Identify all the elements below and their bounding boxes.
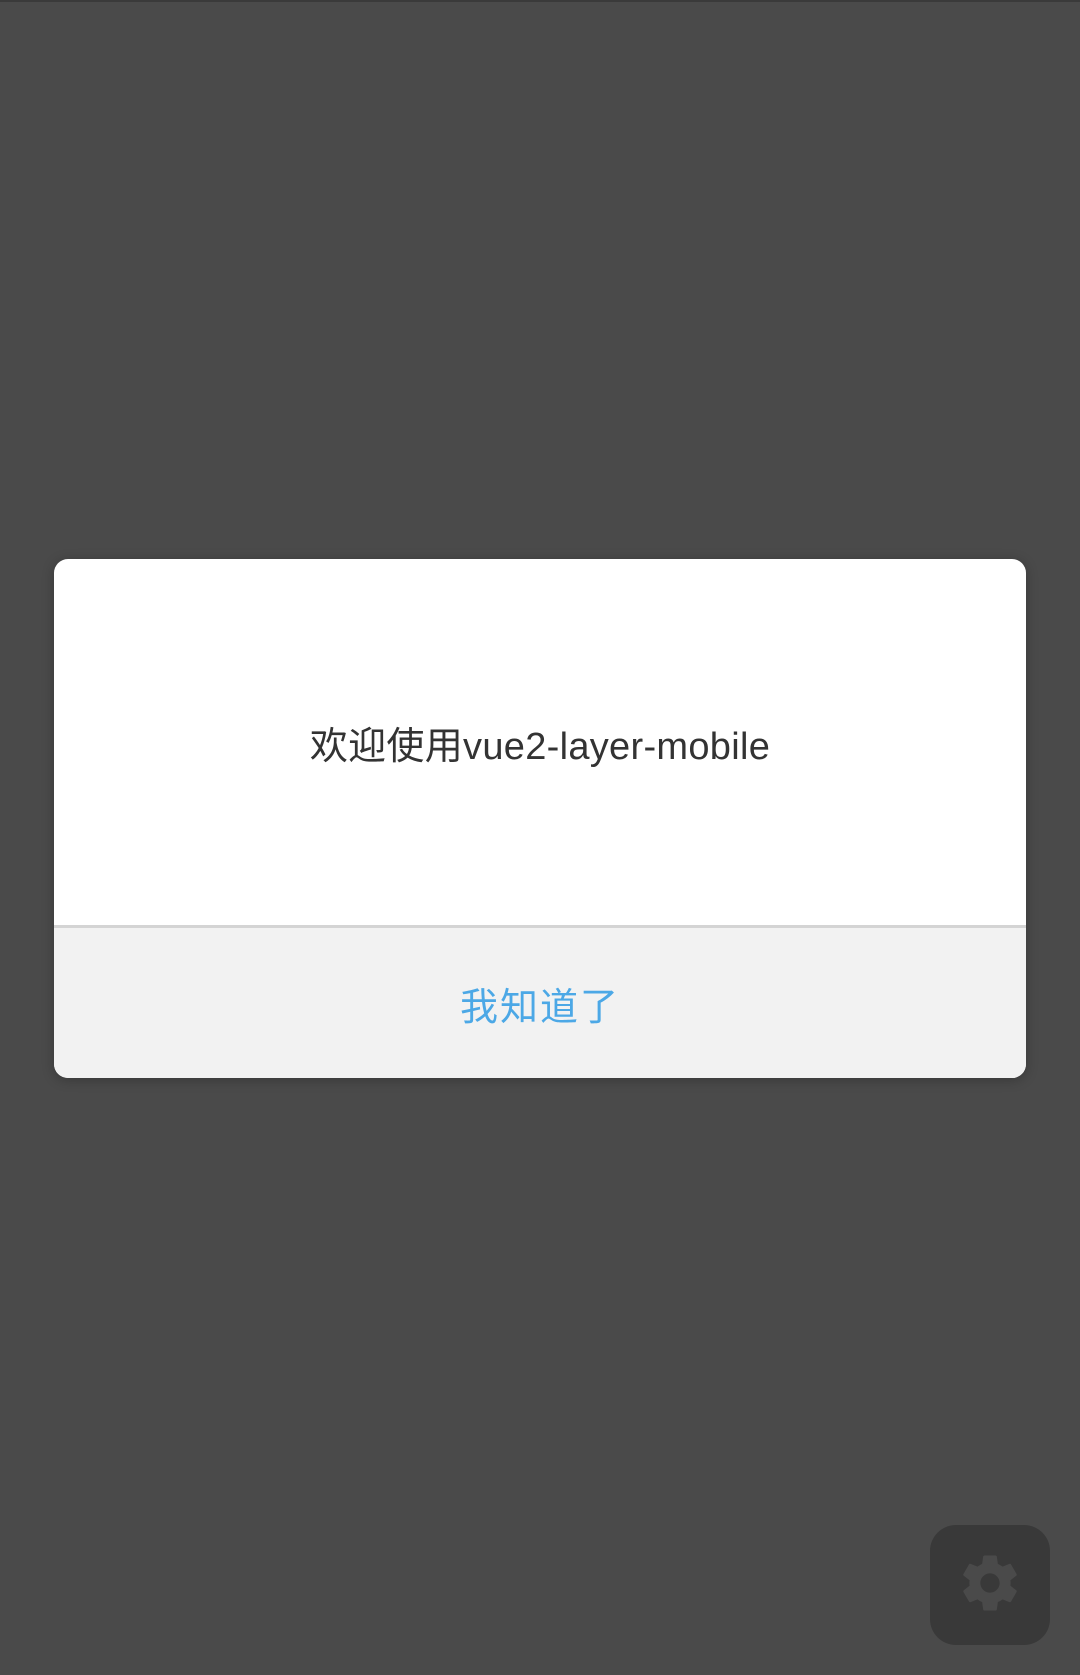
page: 欢迎使用vue2-layer-mobile 我知道了 [0,0,1080,1675]
gear-icon [957,1550,1023,1620]
dialog-message: 欢迎使用vue2-layer-mobile [309,725,771,768]
top-border [0,0,1080,2]
confirm-button-label: 我知道了 [459,986,620,1029]
alert-dialog: 欢迎使用vue2-layer-mobile 我知道了 [54,559,1026,1078]
dialog-content: 欢迎使用vue2-layer-mobile [54,559,1026,925]
confirm-button[interactable]: 我知道了 [54,928,1026,1078]
settings-button[interactable] [930,1525,1050,1645]
